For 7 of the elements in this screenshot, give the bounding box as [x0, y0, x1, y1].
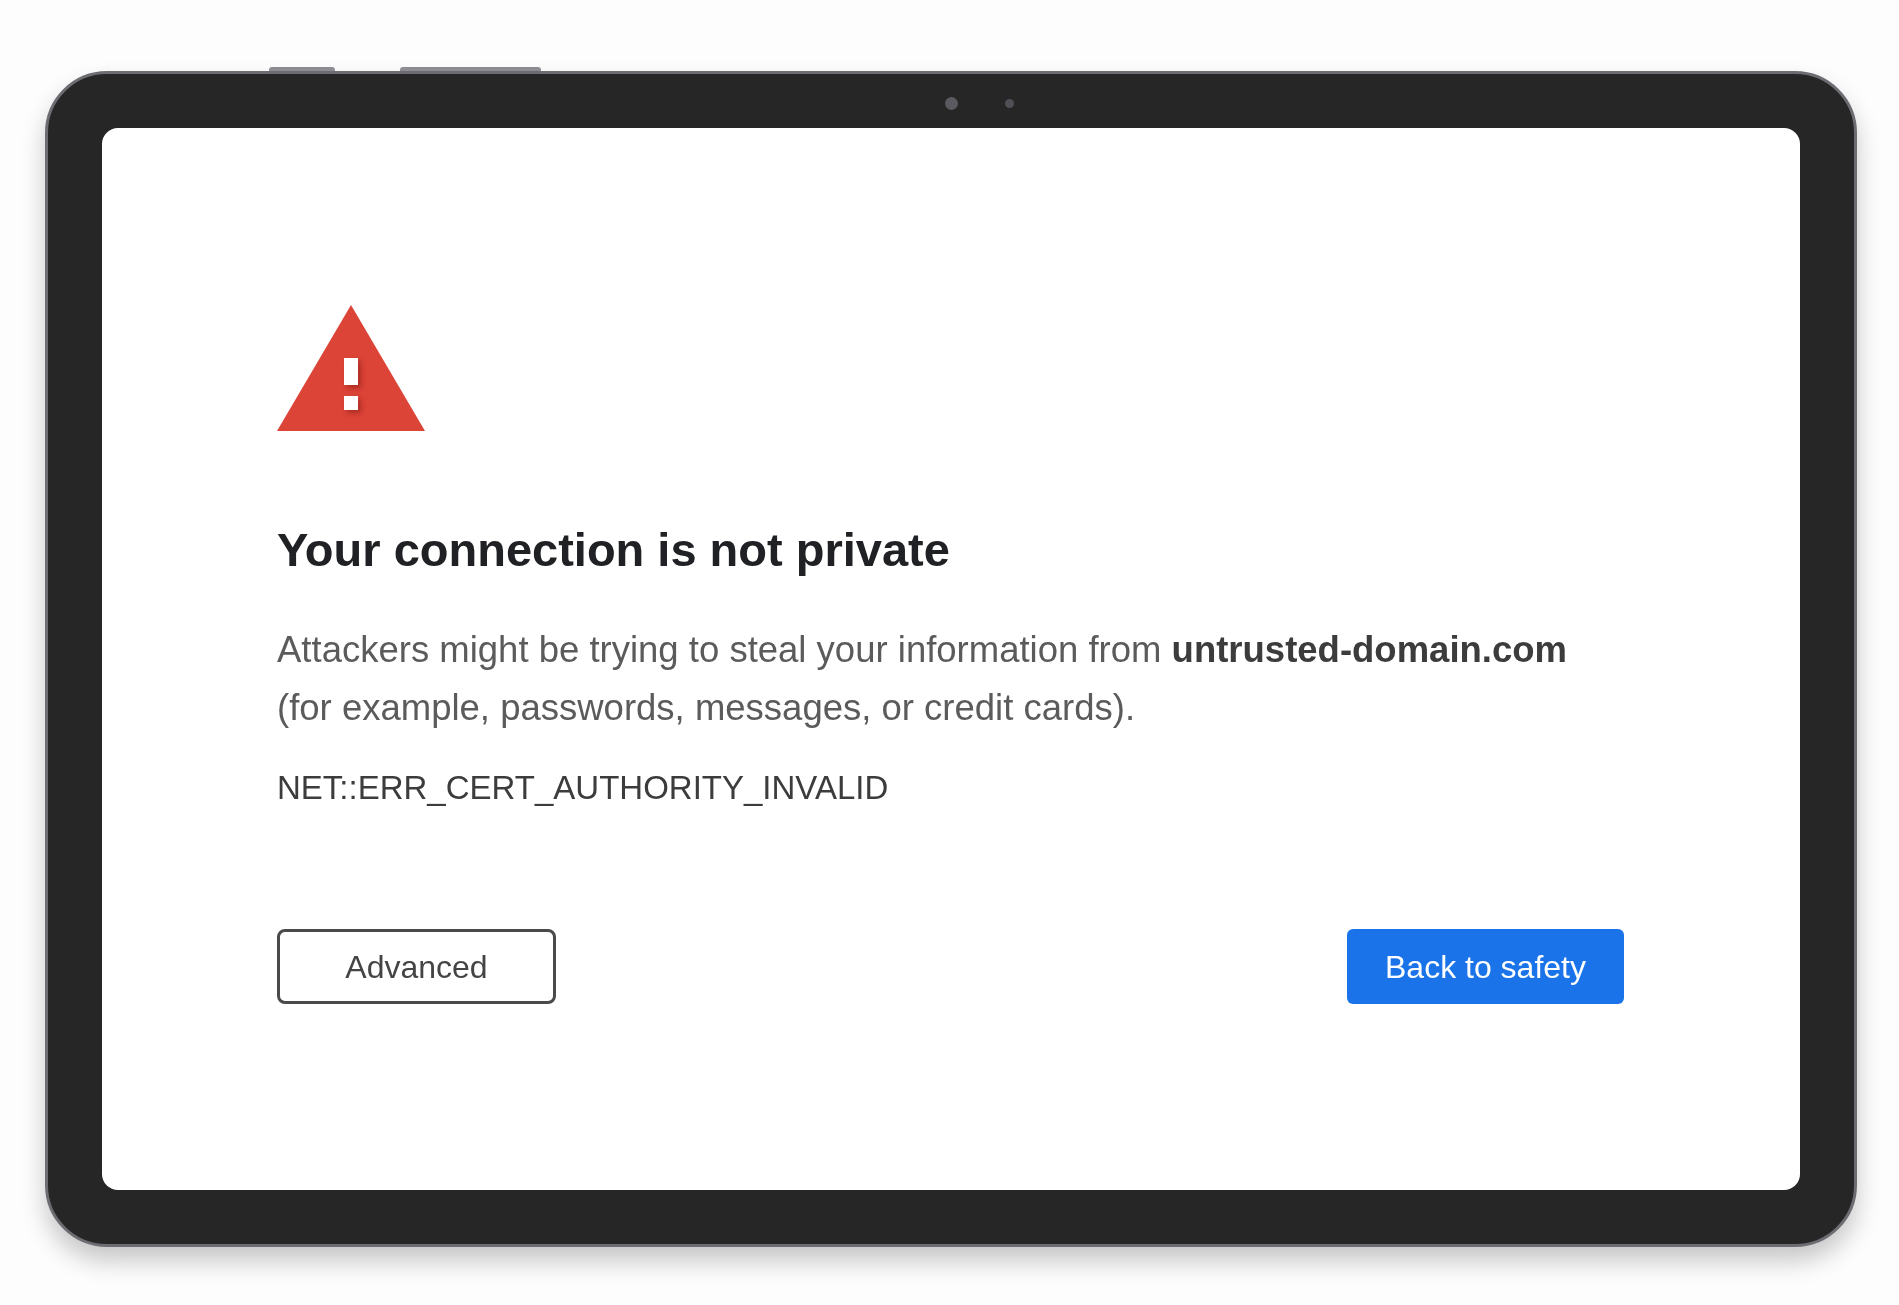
warning-icon [277, 305, 425, 431]
hardware-key [269, 67, 335, 71]
back-to-safety-button[interactable]: Back to safety [1347, 929, 1624, 1004]
warning-description: Attackers might be trying to steal your information from untrusted-domain.com (for example, passwords, messages, or credit cards). [277, 628, 1569, 730]
page-heading: Your connection is not private [277, 522, 950, 578]
advanced-button[interactable]: Advanced [277, 929, 556, 1004]
error-code: NET::ERR_CERT_AUTHORITY_INVALID [277, 768, 889, 808]
